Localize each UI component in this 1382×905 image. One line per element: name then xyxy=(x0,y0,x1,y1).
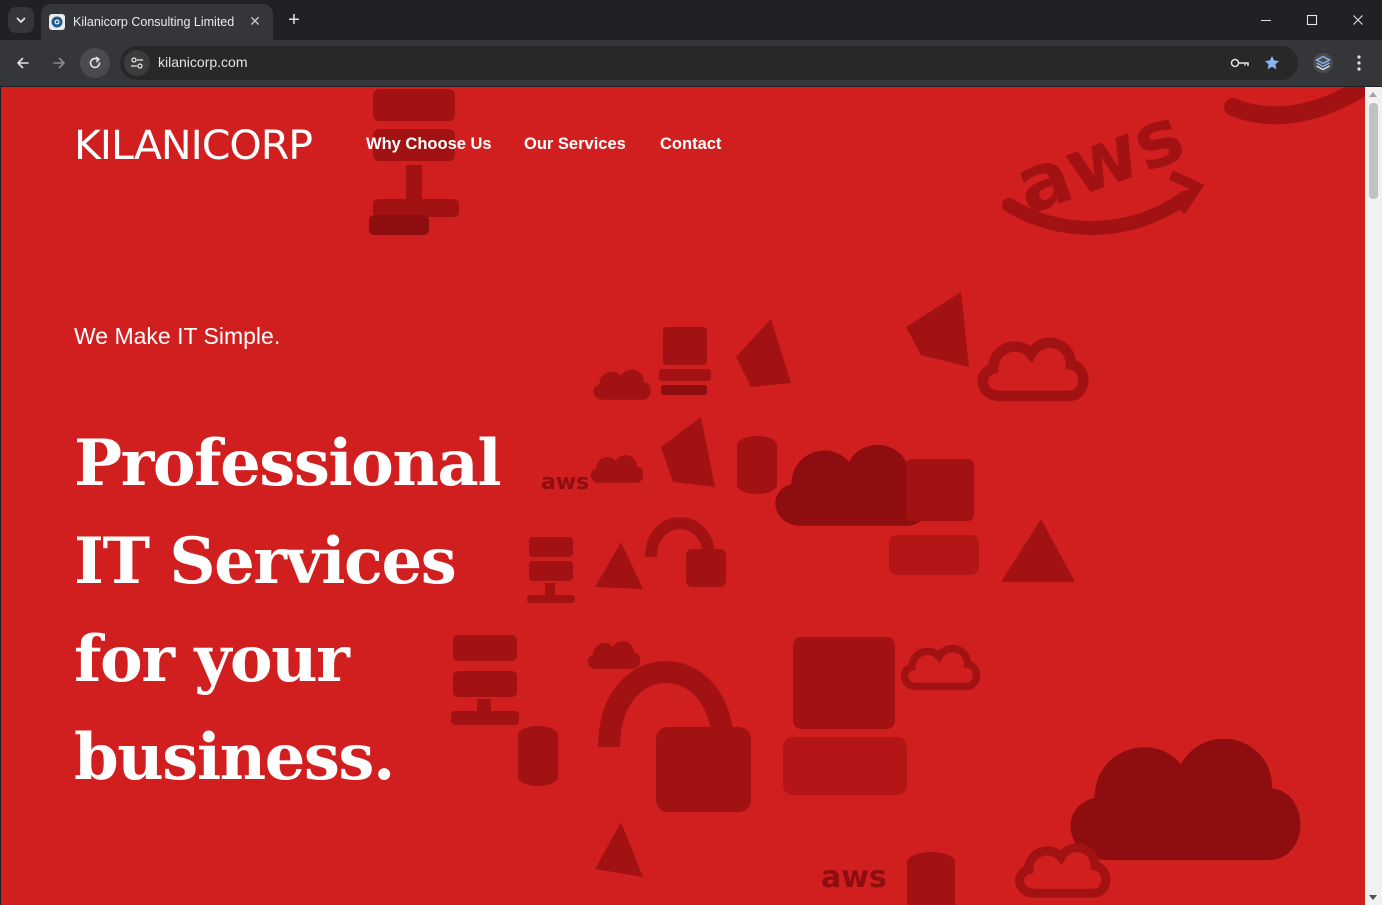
azure-icon xyxy=(595,542,643,589)
database-icon xyxy=(907,852,955,905)
cloud-icon xyxy=(587,641,641,669)
minimize-icon xyxy=(1261,20,1271,21)
monitor-icon xyxy=(783,637,907,795)
more-menu-icon[interactable] xyxy=(1350,52,1368,74)
vscode-icon xyxy=(661,417,715,487)
aws-logo-icon: aws xyxy=(821,860,887,895)
database-icon xyxy=(737,436,777,494)
cloud-icon xyxy=(1070,738,1301,861)
arrow-right-icon xyxy=(53,57,65,69)
chevron-down-icon xyxy=(16,17,26,23)
extension-layers-icon[interactable] xyxy=(1312,52,1334,74)
password-key-icon[interactable] xyxy=(1230,53,1250,73)
close-icon xyxy=(1353,15,1363,25)
minimize-button[interactable] xyxy=(1243,0,1289,40)
page-scrollbar[interactable] xyxy=(1365,87,1382,905)
tab-close-icon[interactable]: ✕ xyxy=(247,14,263,30)
tab-search-button[interactable] xyxy=(8,7,34,33)
azure-icon xyxy=(1001,519,1075,582)
back-button[interactable] xyxy=(8,48,38,78)
monitor-icon xyxy=(659,327,711,395)
tab-title: Kilanicorp Consulting Limited xyxy=(73,15,235,29)
nav-why-choose-us[interactable]: Why Choose Us xyxy=(366,135,492,154)
address-bar[interactable]: kilanicorp.com xyxy=(120,46,1298,80)
browser-tab[interactable]: Kilanicorp Consulting Limited ✕ xyxy=(41,4,273,40)
aws-logo-icon xyxy=(1224,87,1365,125)
headline-line: IT Services xyxy=(74,524,457,599)
tune-icon xyxy=(131,57,143,69)
site-favicon-icon xyxy=(49,14,65,30)
aws-logo-icon: aws xyxy=(1002,90,1205,236)
cloud-icon xyxy=(775,444,929,526)
headline-line: Professional xyxy=(74,426,502,501)
headline-line: for your xyxy=(74,622,350,697)
lock-icon xyxy=(598,661,751,812)
lock-icon xyxy=(645,517,726,587)
nav-contact[interactable]: Contact xyxy=(660,135,721,154)
cloud-icon xyxy=(590,455,644,483)
logo-text: KILANICORP xyxy=(74,123,312,169)
hero-headline: Professional IT Services for your busine… xyxy=(74,415,594,807)
kilanicorp-logo[interactable]: KILANICORP xyxy=(74,119,314,169)
browser-tab-bar: Kilanicorp Consulting Limited ✕ + xyxy=(0,0,1382,40)
scroll-down-arrow-icon[interactable] xyxy=(1369,895,1377,900)
maximize-button[interactable] xyxy=(1289,0,1335,40)
scroll-up-arrow-icon[interactable] xyxy=(1369,92,1377,97)
maximize-icon xyxy=(1306,14,1318,26)
nav-our-services[interactable]: Our Services xyxy=(524,135,626,154)
cloud-icon xyxy=(1020,848,1106,894)
server-icon xyxy=(369,89,459,235)
scroll-thumb[interactable] xyxy=(1369,103,1378,199)
new-tab-button[interactable]: + xyxy=(283,9,305,31)
forward-button[interactable] xyxy=(44,48,74,78)
azure-icon xyxy=(736,292,969,387)
hero-tagline: We Make IT Simple. xyxy=(74,323,281,349)
browser-toolbar: kilanicorp.com xyxy=(0,40,1382,86)
headline-line: business. xyxy=(74,720,395,795)
reload-icon xyxy=(89,56,101,69)
azure-icon xyxy=(595,822,643,877)
cloud-icon xyxy=(904,649,976,687)
bookmark-star-icon[interactable] xyxy=(1262,53,1282,73)
arrow-left-icon xyxy=(17,57,29,69)
cloud-icon xyxy=(593,369,651,400)
svg-text:aws: aws xyxy=(821,860,887,895)
site-info-button[interactable] xyxy=(124,50,150,76)
reload-button[interactable] xyxy=(80,48,110,78)
page-viewport: aws aws aws KILANICORP Why Choose Us Our… xyxy=(1,87,1365,905)
url-text[interactable]: kilanicorp.com xyxy=(158,54,247,70)
close-window-button[interactable] xyxy=(1335,0,1381,40)
cloud-icon xyxy=(983,343,1084,396)
